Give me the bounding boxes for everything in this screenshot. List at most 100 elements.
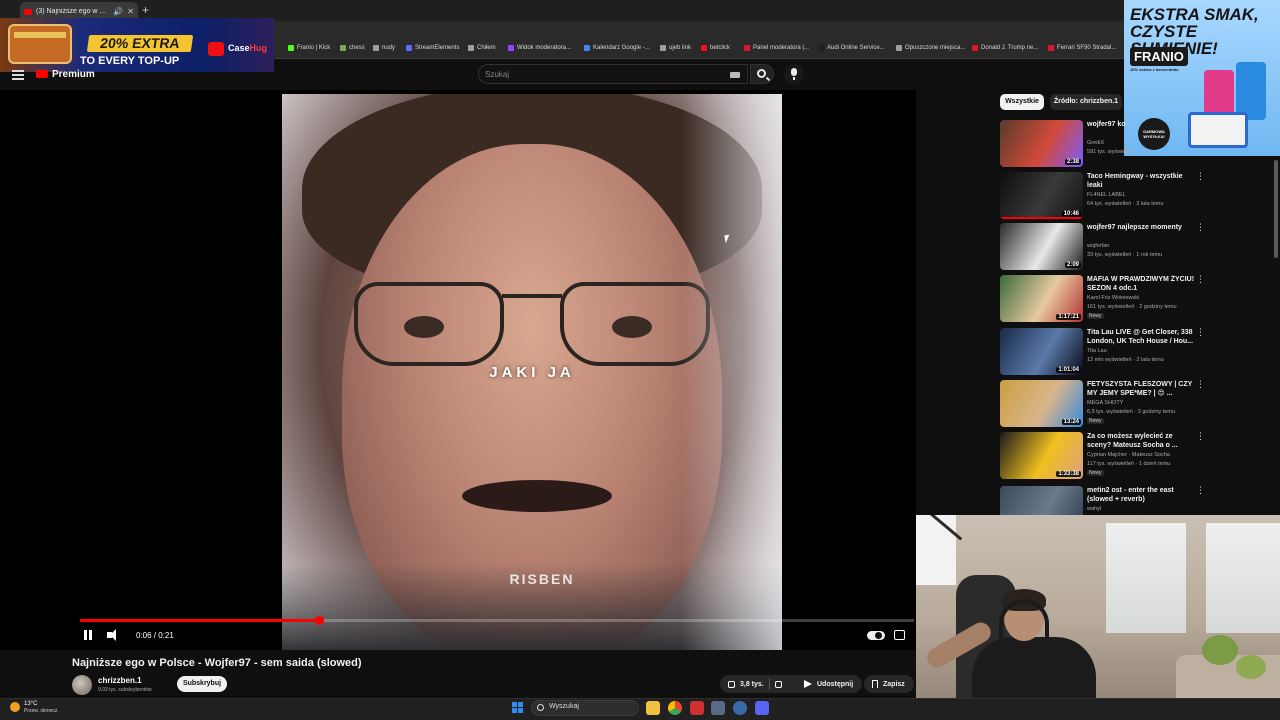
- recommendation-channel[interactable]: Karol Friz Wiśniewski: [1087, 295, 1139, 301]
- recommendation-title[interactable]: FETYSZYSTA FLESZOWY | CZY MY JEMY SPE*ME…: [1087, 380, 1195, 398]
- recommendation-title[interactable]: Taco Hemingway - wszystkie leaki: [1087, 172, 1195, 190]
- settings-gear-icon[interactable]: [733, 701, 747, 715]
- bookmark-item[interactable]: nudy: [373, 45, 395, 51]
- recommendation-title[interactable]: Za co możesz wylecieć ze sceny? Mateusz …: [1087, 432, 1195, 450]
- recommendation-channel[interactable]: wahyl: [1087, 506, 1101, 512]
- bookmark-item[interactable]: Widok moderatora...: [508, 45, 571, 51]
- chip-all[interactable]: Wszystkie: [1000, 94, 1044, 110]
- video-duration: 1:17:21: [1056, 314, 1081, 320]
- channel-avatar[interactable]: [72, 675, 92, 695]
- bookmark-item[interactable]: Audi Online Service...: [818, 45, 885, 51]
- bookmark-item[interactable]: betclick: [701, 45, 730, 51]
- bookmark-item[interactable]: Donald J. Trump ne...: [972, 45, 1038, 51]
- recommendation-channel[interactable]: Tita Lau: [1087, 348, 1107, 354]
- discord-icon[interactable]: [755, 701, 769, 715]
- taskbar-search[interactable]: [531, 700, 639, 716]
- subtitles-icon[interactable]: [894, 630, 905, 640]
- sidebar-scrollbar[interactable]: [1274, 160, 1278, 258]
- recommendation-channel[interactable]: GrediX: [1087, 140, 1104, 146]
- recommendation-thumbnail[interactable]: 2:09: [1000, 223, 1083, 270]
- recommendation-title[interactable]: MAFIA W PRAWDZIWYM ŻYCIU! SEZON 4 odc.1: [1087, 275, 1195, 293]
- bookmark-item[interactable]: Ferrari SF90 Stradal...: [1048, 45, 1116, 51]
- subscribe-button[interactable]: Subskrybuj: [177, 676, 227, 692]
- bookmark-item[interactable]: StreamElements: [406, 45, 459, 51]
- bookmark-item[interactable]: Chiłem: [468, 45, 496, 51]
- recommendation-thumbnail[interactable]: 13:24: [1000, 380, 1083, 427]
- time-display: 0:06 / 0:21: [136, 631, 174, 640]
- bookmark-item[interactable]: Panel moderatora |...: [744, 45, 809, 51]
- file-explorer-icon[interactable]: [646, 701, 660, 715]
- share-button[interactable]: Udostępnij: [796, 675, 862, 693]
- webcam-window: [1206, 523, 1280, 633]
- recommendation-item[interactable]: 13:24 FETYSZYSTA FLESZOWY | CZY MY JEMY S…: [1000, 380, 1210, 430]
- keyboard-icon[interactable]: [730, 72, 740, 78]
- bookmark-label: StreamElements: [415, 45, 460, 51]
- recommendation-thumbnail[interactable]: 2:38: [1000, 120, 1083, 167]
- recommendation-item[interactable]: 2:09 wojfer97 najlepsze momenty wojferfan 3…: [1000, 223, 1210, 273]
- save-button[interactable]: Zapisz: [864, 675, 914, 693]
- recommendation-channel[interactable]: FL4NEL LABEL: [1087, 192, 1126, 198]
- more-options-icon[interactable]: ⋮: [1196, 380, 1205, 389]
- thumbs-up-icon[interactable]: [728, 680, 735, 688]
- chip-source[interactable]: Źródło: chrizzben.1: [1050, 94, 1122, 110]
- voice-search-button[interactable]: [784, 64, 804, 84]
- recommendation-thumbnail[interactable]: 1:33:38: [1000, 432, 1083, 479]
- recommendation-channel[interactable]: wojferfan: [1087, 243, 1109, 249]
- bookmark-item[interactable]: Kalendarz Google -...: [584, 45, 650, 51]
- bookmark-item[interactable]: Franio | Kick: [288, 45, 330, 51]
- bookmark-item[interactable]: chess: [340, 45, 365, 51]
- youtube-premium-label[interactable]: Premium: [52, 69, 95, 80]
- recommendation-item[interactable]: 2:38 wojfer97 ko GrediX 591 tys. wyświetleń: [1000, 120, 1210, 170]
- more-options-icon[interactable]: ⋮: [1196, 275, 1205, 284]
- ad-right-brand: FRANIO: [1130, 47, 1188, 66]
- chrome-icon[interactable]: [668, 701, 682, 715]
- bookmark-favicon-icon: [972, 45, 978, 51]
- weather-temp[interactable]: 13°C: [24, 701, 37, 707]
- autoplay-toggle[interactable]: [867, 631, 885, 640]
- recommendation-channel[interactable]: MEGA SHOTY: [1087, 400, 1123, 406]
- bookmark-favicon-icon: [406, 45, 412, 51]
- search-box[interactable]: [478, 64, 748, 84]
- bookmark-label: nudy: [382, 45, 396, 51]
- recommendation-title[interactable]: Tita Lau LIVE @ Get Closer, 338 London, …: [1087, 328, 1195, 346]
- progress-scrubber-handle[interactable]: [314, 616, 324, 625]
- recommendation-thumbnail[interactable]: 1:17:21: [1000, 275, 1083, 322]
- more-options-icon[interactable]: ⋮: [1196, 432, 1205, 441]
- bookmark-item[interactable]: Opuszczone miejsca...: [896, 45, 965, 51]
- recommendation-title[interactable]: wojfer97 ko: [1087, 120, 1195, 129]
- progress-bar-played: [80, 619, 319, 622]
- more-options-icon[interactable]: ⋮: [1196, 486, 1205, 495]
- recommendation-item[interactable]: 1:01:04 Tita Lau LIVE @ Get Closer, 338 L…: [1000, 328, 1210, 378]
- new-tab-button[interactable]: +: [142, 3, 149, 17]
- weather-sun-icon[interactable]: [10, 702, 20, 712]
- casehug-ad-banner[interactable]: 20% EXTRA TO EVERY TOP-UP CaseHug: [0, 18, 274, 72]
- recommendation-item[interactable]: 1:17:21 MAFIA W PRAWDZIWYM ŻYCIU! SEZON 4…: [1000, 275, 1210, 325]
- more-options-icon[interactable]: ⋮: [1196, 328, 1205, 337]
- volume-icon[interactable]: [106, 629, 120, 642]
- recommendation-item[interactable]: 1:33:38 Za co możesz wylecieć ze sceny? M…: [1000, 432, 1210, 482]
- recommendation-item[interactable]: 10:46 Taco Hemingway - wszystkie leaki FL4…: [1000, 172, 1210, 222]
- recommendation-channel[interactable]: Cyprian Majcher · Mateusz Socha: [1087, 452, 1170, 458]
- bookmark-item[interactable]: ujeb link: [660, 45, 691, 51]
- like-count[interactable]: 3,8 tys.: [740, 681, 764, 688]
- recommendation-thumbnail[interactable]: 10:46: [1000, 172, 1083, 219]
- channel-name[interactable]: chrizzben.1: [98, 676, 142, 685]
- recommendation-title[interactable]: wojfer97 najlepsze momenty: [1087, 223, 1195, 232]
- more-options-icon[interactable]: ⋮: [1196, 172, 1205, 181]
- tab-audio-icon[interactable]: 🔊: [113, 7, 123, 16]
- app-icon[interactable]: [711, 701, 725, 715]
- streaming-app-icon[interactable]: [690, 701, 704, 715]
- more-options-icon[interactable]: ⋮: [1196, 223, 1205, 232]
- tab-close-icon[interactable]: ✕: [127, 7, 134, 16]
- treasure-chest-icon: [8, 24, 72, 64]
- windows-start-icon[interactable]: [512, 702, 524, 714]
- search-input[interactable]: [485, 68, 725, 81]
- hamburger-menu-icon[interactable]: [12, 70, 24, 80]
- weather-desc[interactable]: Przew. słonecz.: [24, 708, 59, 714]
- recommendation-title[interactable]: metin2 ost - enter the east (slowed + re…: [1087, 486, 1195, 504]
- search-button[interactable]: [750, 64, 774, 84]
- thumbs-down-icon[interactable]: [774, 680, 782, 688]
- pause-icon[interactable]: [82, 629, 94, 642]
- recommendation-thumbnail[interactable]: 1:01:04: [1000, 328, 1083, 375]
- youtube-logo-icon[interactable]: [36, 70, 48, 78]
